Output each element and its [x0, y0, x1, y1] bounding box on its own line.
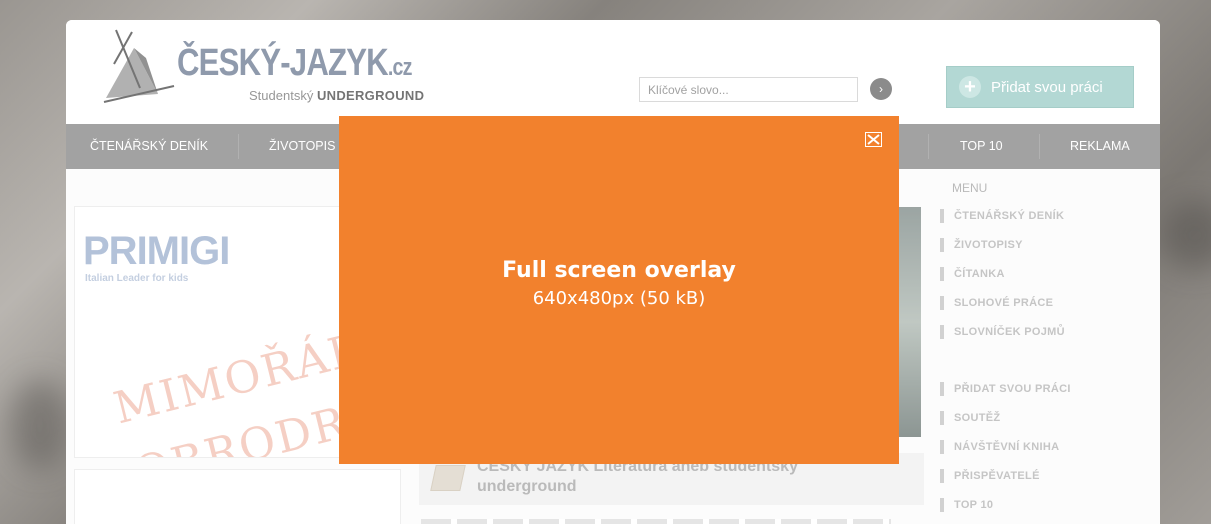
close-button[interactable]: [865, 132, 882, 147]
close-icon: [866, 133, 881, 146]
overlay-title: Full screen overlay: [502, 258, 736, 283]
background-spot: [10, 380, 70, 470]
overlay-subtitle: 640x480px (50 kB): [532, 288, 706, 309]
fullscreen-overlay-ad[interactable]: Full screen overlay 640x480px (50 kB): [339, 116, 899, 464]
